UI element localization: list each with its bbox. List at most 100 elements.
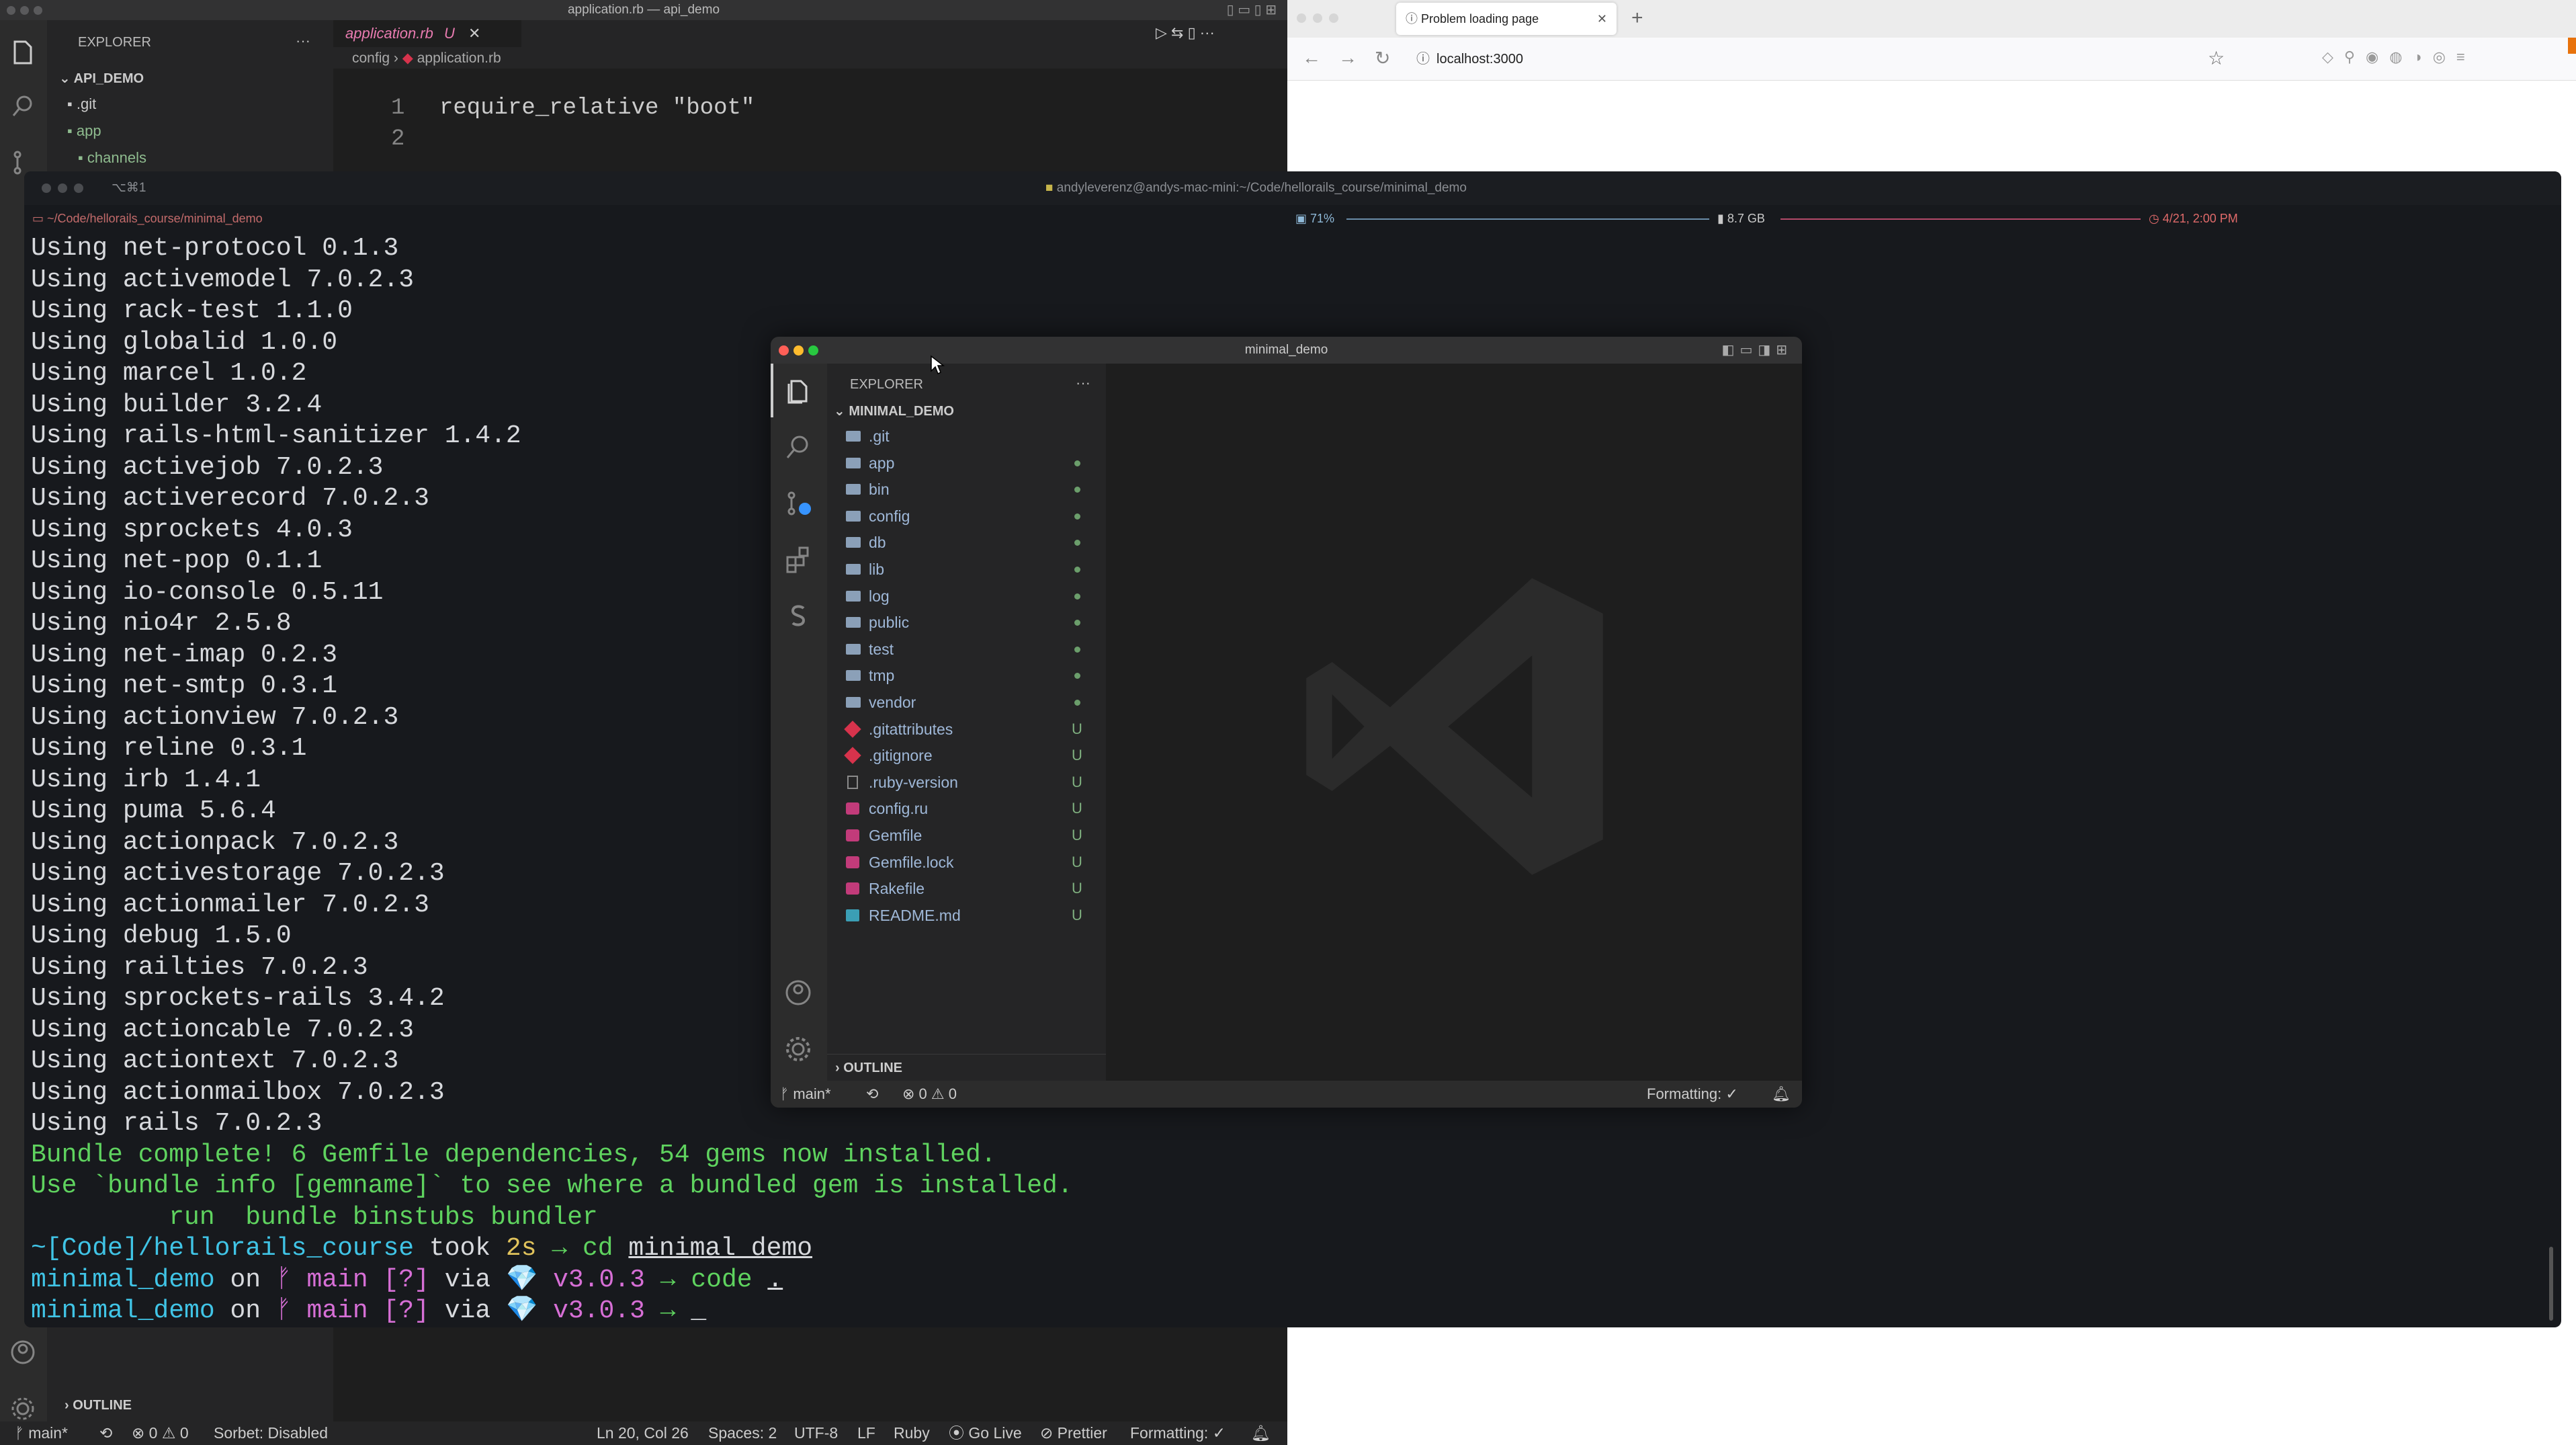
file-tree-item[interactable]: .gitignore U [827,742,1106,769]
extensions-icon[interactable] [783,545,813,575]
file-tree-item[interactable]: lib [827,556,1106,583]
tab-problem-loading[interactable]: ⓘ Problem loading page ✕ [1396,3,1617,35]
file-tree-item[interactable]: public [827,609,1106,636]
indent-status[interactable]: Spaces: 2 [708,1421,777,1445]
branch-label: main* [793,1085,831,1102]
file-tree-item[interactable]: Gemfile U [827,822,1106,849]
window-close-dot[interactable] [42,183,51,193]
bell-icon[interactable]: 🔔︎ [1251,1421,1271,1445]
window-zoom-dot[interactable] [808,345,818,356]
tree-item[interactable]: ▪ app [67,122,101,140]
window-zoom-dot[interactable] [74,183,83,193]
file-tree-item[interactable]: Rakefile U [827,875,1106,902]
prettier-status[interactable]: ⊘ Prettier [1040,1421,1107,1445]
url-bar[interactable]: ⓘ localhost:3000 [1416,44,2182,74]
sync-icon[interactable]: ⟲ [866,1081,878,1108]
file-tree-item[interactable]: config.ru U [827,795,1106,822]
git-status-dot [1074,567,1080,573]
gear-icon[interactable] [9,1394,36,1423]
files-icon[interactable] [783,376,813,405]
file-tree-item[interactable]: .ruby-version U [827,769,1106,796]
account-icon[interactable] [9,1337,36,1367]
tree-item[interactable]: ▪ channels [78,149,146,167]
sync-icon[interactable]: ⟲ [99,1421,112,1445]
file-tree-item[interactable]: tmp [827,662,1106,689]
search-icon[interactable] [783,432,813,462]
window-minimize-dot[interactable] [20,6,29,15]
outline-section[interactable]: › OUTLINE [827,1054,1106,1081]
forward-button[interactable]: → [1338,47,1357,69]
file-tree-item[interactable]: db [827,529,1106,556]
window-zoom-dot[interactable] [34,6,42,15]
file-tree-item[interactable]: .git [827,423,1106,450]
window-minimize-dot[interactable] [1313,13,1322,23]
file-tree: .git app bin config db lib log public test tmp ven… [827,423,1106,960]
file-tree-item[interactable]: app [827,450,1106,477]
formatting-status[interactable]: Formatting: ✓ [1647,1081,1738,1108]
branch-status[interactable]: ᚠ main* [780,1081,831,1108]
tab-application-rb[interactable]: application.rb U ✕ [333,20,521,47]
language-status[interactable]: Ruby [894,1421,930,1445]
reload-button[interactable]: ↻ [1375,47,1390,69]
prompt-segment: ~[Code]/hellorails_course [31,1234,415,1263]
window-minimize-dot[interactable] [793,345,804,356]
cursor-position[interactable]: Ln 20, Col 26 [597,1421,689,1445]
sorbet-status[interactable]: Sorbet: Disabled [214,1421,328,1445]
breadcrumb-item[interactable]: config [352,50,390,66]
file-tree-item[interactable]: .gitattributes U [827,716,1106,743]
project-header[interactable]: ⌄ MINIMAL_DEMO [834,403,954,419]
layout-icons[interactable]: ▯ ▭ ▯ ⊞ [1227,0,1277,20]
file-tree-item[interactable]: vendor [827,689,1106,716]
ruby-icon [846,802,859,815]
breadcrumb[interactable]: config › ◆ application.rb [352,50,501,67]
error-count: 0 [148,1424,158,1442]
source-control-icon[interactable] [783,489,813,518]
files-icon[interactable] [9,38,36,67]
encoding-status[interactable]: UTF-8 [794,1421,838,1445]
window-close-dot[interactable] [779,345,789,356]
file-tree-item[interactable]: Gemfile.lock U [827,849,1106,876]
problems-status[interactable]: ⊗ 0 ⚠ 0 [902,1081,957,1108]
close-icon[interactable]: ✕ [1597,3,1607,35]
explorer-more-icon[interactable]: ··· [1076,374,1090,392]
outline-section[interactable]: › OUTLINE [65,1398,132,1413]
layout-icons[interactable]: ◧▭◨⊞ [1722,337,1793,364]
bell-icon[interactable]: 🔔︎ [1772,1081,1791,1108]
extension-icons[interactable]: ◇⚲◉◍◑◎≡ [2322,48,2476,66]
back-button[interactable]: ← [1302,47,1321,69]
breadcrumb-item[interactable]: application.rb [417,50,501,66]
editor-actions[interactable]: ▷ ⇆ ▯ ··· [1156,24,1215,42]
problems-status[interactable]: ⊗ 0 ⚠ 0 [132,1421,189,1445]
gear-icon[interactable] [783,1034,813,1064]
formatting-status[interactable]: Formatting: ✓ [1130,1421,1226,1445]
terminal-tab-shortcut[interactable]: ⌥⌘1 [112,171,146,205]
golive-status[interactable]: ⦿ Go Live [949,1421,1022,1445]
sorbet-icon[interactable] [783,602,813,631]
code-line[interactable]: 2 [391,126,439,152]
project-header[interactable]: ⌄ API_DEMO [59,70,144,87]
terminal-scrollbar[interactable] [2549,1247,2553,1321]
file-tree-item[interactable]: README.md U [827,902,1106,929]
prompt-segment: → [536,1234,583,1263]
account-icon[interactable] [783,978,813,1007]
file-tree-item[interactable]: test [827,636,1106,663]
window-close-dot[interactable] [7,6,15,15]
close-icon[interactable]: ✕ [468,25,480,42]
window-zoom-dot[interactable] [1329,13,1338,23]
branch-status[interactable]: ᚠ main* [15,1421,68,1445]
explorer-more-icon[interactable]: ··· [296,32,310,50]
bookmark-star-icon[interactable]: ☆ [2208,47,2225,69]
new-tab-button[interactable]: + [1631,7,1643,30]
file-tree-item[interactable]: config [827,503,1106,530]
prompt-segment: → [644,1265,691,1294]
file-tree-label: Rakefile [869,880,925,898]
code-line[interactable]: 1 require_relative "boot" [391,95,755,121]
editor-empty-area [1106,364,1802,1081]
file-tree-item[interactable]: log [827,583,1106,610]
window-minimize-dot[interactable] [58,183,67,193]
tree-item[interactable]: ▪ .git [67,95,96,113]
window-close-dot[interactable] [1297,13,1306,23]
eol-status[interactable]: LF [857,1421,875,1445]
file-tree-item[interactable]: bin [827,476,1106,503]
search-icon[interactable] [9,91,36,121]
